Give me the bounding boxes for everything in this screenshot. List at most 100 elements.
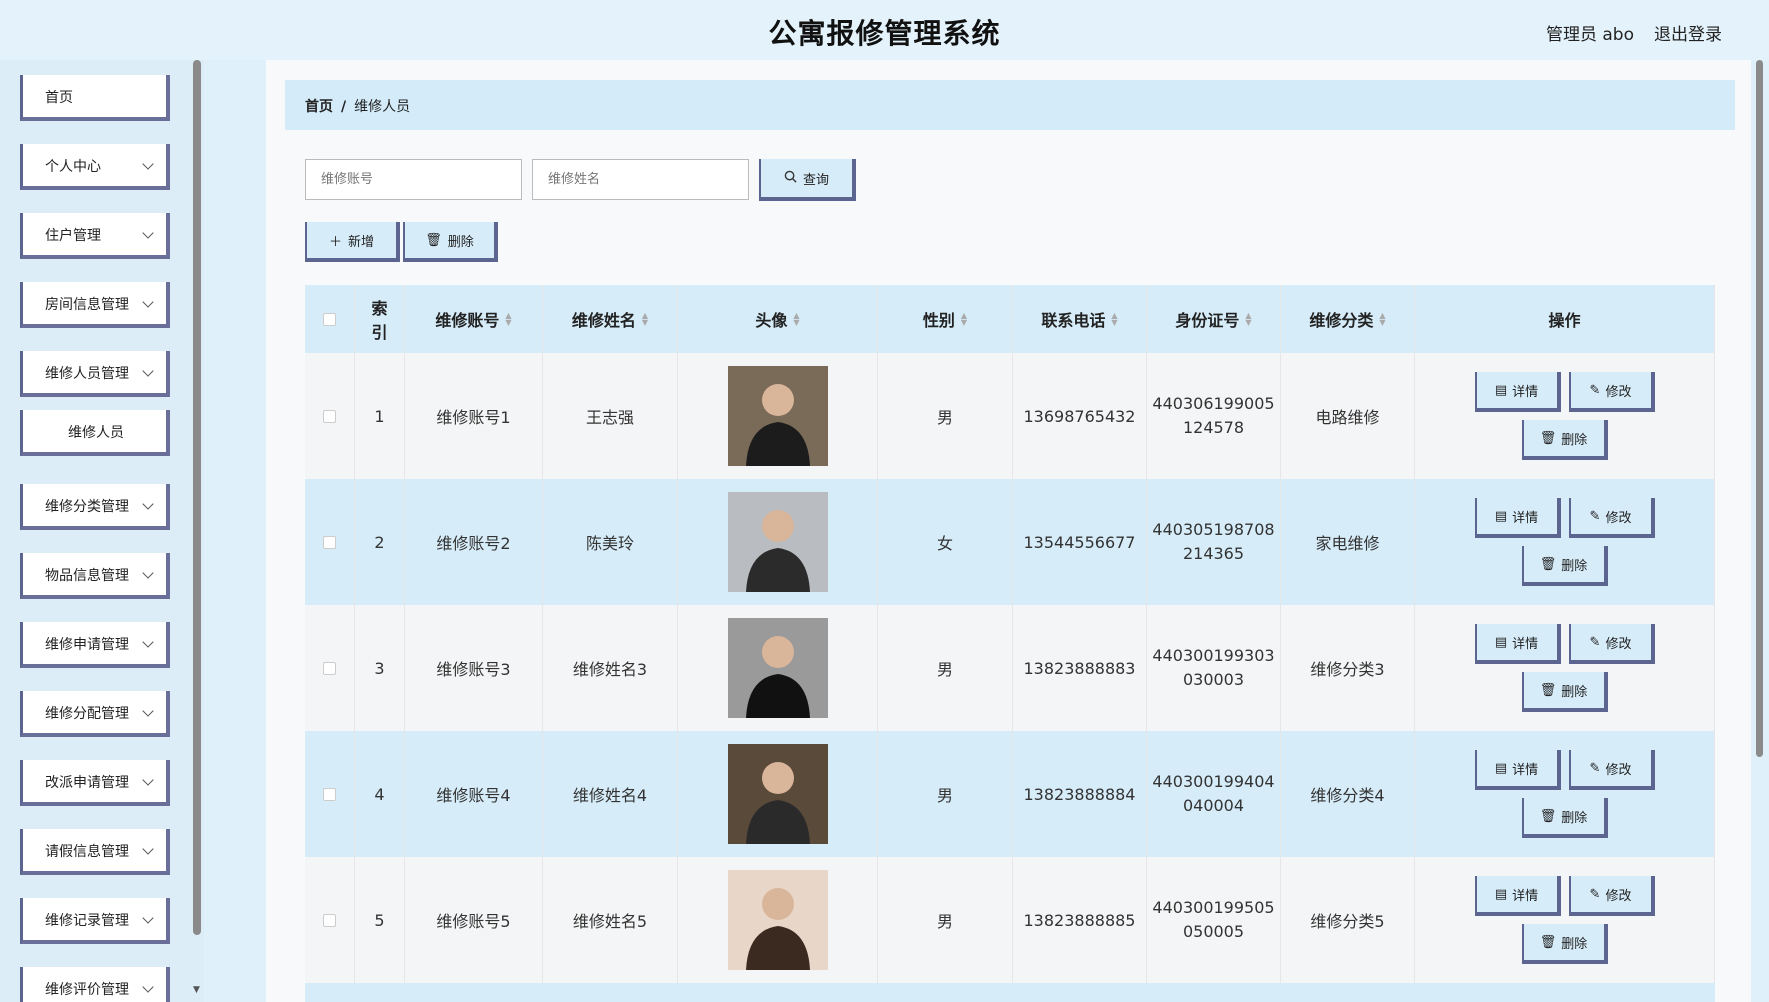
sort-icon[interactable]: ▲ ▼ — [1379, 312, 1385, 327]
add-label: 新增 — [348, 234, 375, 250]
app-title: 公寓报修管理系统 — [768, 17, 1001, 50]
detail-button[interactable]: ▤ 详情 — [1474, 498, 1561, 538]
edit-button[interactable]: ✎ 修改 — [1568, 750, 1655, 790]
main-scrollbar[interactable] — [1756, 60, 1763, 757]
row-select[interactable] — [305, 353, 355, 479]
sidebar-item-12[interactable]: 维修记录管理 — [20, 898, 170, 944]
edit-button[interactable]: ✎ 修改 — [1568, 876, 1655, 916]
sidebar-scrollbar[interactable] — [193, 60, 201, 935]
avatar — [727, 870, 828, 970]
cell-name: 维修姓名5 — [543, 857, 678, 983]
cell-text: 男 — [936, 912, 953, 931]
cell-text: 13544556677 — [1023, 532, 1136, 552]
cell-id-number: 440300199404 040004 — [1147, 731, 1281, 857]
row-checkbox[interactable] — [323, 535, 336, 549]
header-cell-6[interactable]: 身份证号 ▲ ▼ — [1147, 285, 1281, 353]
sidebar-item-label: 维修分配管理 — [45, 706, 129, 722]
cell-phone: 13823888883 — [1013, 605, 1147, 731]
edit-button[interactable]: ✎ 修改 — [1568, 498, 1655, 538]
delete-button[interactable]: 🗑 删除 — [1521, 672, 1608, 712]
cell-phone: 13698765432 — [1013, 353, 1147, 479]
cell-text: 维修姓名4 — [572, 786, 648, 805]
query-button[interactable]: 查询 — [759, 159, 856, 201]
cell-text: 维修分类3 — [1310, 660, 1385, 679]
select-all-checkbox[interactable] — [323, 312, 336, 326]
header-cell-1[interactable]: 维修账号 ▲ ▼ — [405, 285, 543, 353]
sort-icon[interactable]: ▲ ▼ — [961, 312, 967, 327]
detail-button[interactable]: ▤ 详情 — [1474, 876, 1561, 916]
cell-text: 13823888883 — [1023, 658, 1136, 678]
header-cell-2[interactable]: 维修姓名 ▲ ▼ — [543, 285, 678, 353]
breadcrumb-home[interactable]: 首页 — [305, 99, 333, 115]
row-checkbox[interactable] — [323, 913, 336, 927]
header-cell-7[interactable]: 维修分类 ▲ ▼ — [1281, 285, 1415, 353]
row-checkbox[interactable] — [323, 787, 336, 801]
cell-gender: 男 — [878, 605, 1013, 731]
header-cell-5[interactable]: 联系电话 ▲ ▼ — [1013, 285, 1147, 353]
cell-operations: ▤ 详情 ✎ 修改 🗑 删除 — [1415, 479, 1715, 605]
sidebar-item-1[interactable]: 个人中心 — [20, 144, 170, 190]
header-cell-3[interactable]: 头像 ▲ ▼ — [678, 285, 878, 353]
scroll-down-icon[interactable]: ▼ — [193, 985, 200, 995]
edit-button[interactable]: ✎ 修改 — [1568, 372, 1655, 412]
cell-avatar — [678, 353, 878, 479]
delete-button[interactable]: 🗑 删除 — [1521, 798, 1608, 838]
header-select-all[interactable] — [305, 285, 355, 353]
cell-text: 13823888884 — [1023, 784, 1136, 804]
account-search-input[interactable] — [305, 159, 522, 200]
sidebar-item-2[interactable]: 住户管理 — [20, 213, 170, 259]
sidebar-item-6[interactable]: 维修分类管理 — [20, 484, 170, 530]
cell-text: 家电维修 — [1315, 534, 1380, 553]
cell-category: 维修分类5 — [1281, 857, 1415, 983]
chevron-down-icon — [142, 498, 154, 510]
sidebar-item-0[interactable]: 首页 — [20, 75, 170, 121]
logout-link[interactable]: 退出登录 — [1654, 20, 1722, 45]
add-button[interactable]: ＋ 新增 — [305, 222, 400, 262]
delete-button[interactable]: 🗑 删除 — [1521, 420, 1608, 460]
delete-button[interactable]: 🗑 删除 — [1521, 924, 1608, 964]
detail-label: 详情 — [1512, 888, 1539, 904]
chevron-down-icon — [142, 158, 154, 170]
plus-icon: ＋ — [328, 234, 342, 250]
delete-button[interactable]: 🗑 删除 — [1521, 546, 1608, 586]
sidebar-item-5[interactable]: 维修人员 — [20, 410, 170, 456]
sidebar-item-10[interactable]: 改派申请管理 — [20, 760, 170, 806]
sort-icon[interactable]: ▲ ▼ — [642, 312, 648, 327]
id-part-1: 440300199505 — [1152, 898, 1275, 917]
id-part-2: 050005 — [1182, 922, 1245, 941]
sort-icon[interactable]: ▲ ▼ — [793, 312, 799, 327]
row-select[interactable] — [305, 857, 355, 983]
sidebar-item-7[interactable]: 物品信息管理 — [20, 553, 170, 599]
cell-text: 4 — [374, 784, 385, 804]
cell-text: 王志强 — [585, 408, 634, 427]
detail-button[interactable]: ▤ 详情 — [1474, 750, 1561, 790]
row-checkbox[interactable] — [323, 661, 336, 675]
sort-icon[interactable]: ▲ ▼ — [1245, 312, 1251, 327]
cell-text: 维修姓名5 — [572, 912, 648, 931]
row-checkbox[interactable] — [323, 409, 336, 423]
cell-index: 4 — [355, 731, 405, 857]
sort-icon[interactable]: ▲ ▼ — [1111, 312, 1117, 327]
row-select[interactable] — [305, 605, 355, 731]
header-cell-0: 索引 — [355, 285, 405, 353]
id-part-1: 440300199404 — [1152, 772, 1275, 791]
breadcrumb: 首页 / 维修人员 — [285, 80, 1735, 130]
sidebar-item-3[interactable]: 房间信息管理 — [20, 282, 170, 328]
sort-icon[interactable]: ▲ ▼ — [505, 312, 511, 327]
batch-delete-button[interactable]: 🗑 删除 — [403, 222, 498, 262]
detail-button[interactable]: ▤ 详情 — [1474, 372, 1561, 412]
edit-button[interactable]: ✎ 修改 — [1568, 624, 1655, 664]
sidebar-item-8[interactable]: 维修申请管理 — [20, 622, 170, 668]
sidebar-item-11[interactable]: 请假信息管理 — [20, 829, 170, 875]
row-select[interactable] — [305, 479, 355, 605]
name-search-input[interactable] — [532, 159, 749, 200]
row-select[interactable] — [305, 731, 355, 857]
header-cell-4[interactable]: 性别 ▲ ▼ — [878, 285, 1013, 353]
cell-text: 2 — [374, 532, 385, 552]
edit-label: 修改 — [1605, 636, 1632, 652]
sidebar-item-13[interactable]: 维修评价管理 — [20, 967, 170, 1002]
sidebar-item-9[interactable]: 维修分配管理 — [20, 691, 170, 737]
detail-button[interactable]: ▤ 详情 — [1474, 624, 1561, 664]
sidebar-item-4[interactable]: 维修人员管理 — [20, 351, 170, 397]
cell-category: 家电维修 — [1281, 479, 1415, 605]
